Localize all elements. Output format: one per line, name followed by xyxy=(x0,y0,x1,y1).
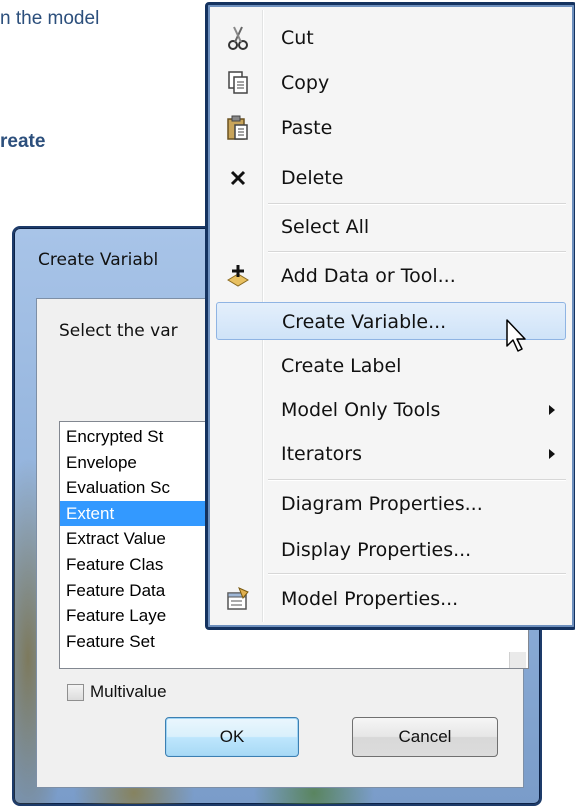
scissors-icon xyxy=(213,19,263,57)
menu-item-label: Diagram Properties... xyxy=(281,493,483,515)
menu-item-label: Cut xyxy=(281,27,314,49)
menu-item-label: Iterators xyxy=(281,443,362,465)
list-item[interactable]: Feature Set xyxy=(60,629,528,655)
context-menu: Cut Copy Paste Delete Select All Add Dat… xyxy=(205,2,575,630)
menu-item-diagram-properties[interactable]: Diagram Properties... xyxy=(213,485,569,523)
menu-item-label: Create Label xyxy=(281,355,402,377)
document-text-line: n the model xyxy=(0,8,100,29)
cancel-button[interactable]: Cancel xyxy=(352,717,498,757)
menu-item-copy[interactable]: Copy xyxy=(213,64,569,102)
menu-item-label: Paste xyxy=(281,117,333,139)
menu-item-label: Select All xyxy=(281,216,370,238)
ok-button[interactable]: OK xyxy=(165,717,299,757)
copy-icon xyxy=(213,64,263,102)
menu-item-add-data-or-tool[interactable]: Add Data or Tool... xyxy=(213,257,569,295)
menu-separator xyxy=(268,203,566,204)
menu-item-paste[interactable]: Paste xyxy=(213,109,569,147)
document-text-bold: reate xyxy=(0,131,46,152)
model-properties-icon xyxy=(213,580,263,618)
menu-item-model-properties[interactable]: Model Properties... xyxy=(213,580,569,618)
paste-icon xyxy=(213,109,263,147)
submenu-arrow-icon xyxy=(549,449,555,459)
menu-item-label: Copy xyxy=(281,72,330,94)
dialog-title: Create Variabl xyxy=(38,250,159,270)
menu-item-select-all[interactable]: Select All xyxy=(213,208,569,246)
multivalue-label: Multivalue xyxy=(90,682,167,701)
menu-item-model-only-tools[interactable]: Model Only Tools xyxy=(213,391,569,429)
menu-item-label: Model Properties... xyxy=(281,588,459,610)
menu-item-cut[interactable]: Cut xyxy=(213,19,569,57)
menu-item-label: Display Properties... xyxy=(281,539,472,561)
menu-separator xyxy=(268,573,566,574)
multivalue-option[interactable]: Multivalue xyxy=(67,682,167,702)
menu-item-delete[interactable]: Delete xyxy=(213,159,569,197)
menu-separator xyxy=(268,479,566,480)
menu-item-label: Delete xyxy=(281,167,344,189)
multivalue-checkbox[interactable] xyxy=(67,683,84,701)
dialog-prompt: Select the var xyxy=(59,321,178,341)
list-scrollbar[interactable] xyxy=(509,652,526,668)
menu-item-label: Model Only Tools xyxy=(281,399,441,421)
menu-separator xyxy=(268,251,566,252)
menu-item-label: Add Data or Tool... xyxy=(281,265,456,287)
submenu-arrow-icon xyxy=(549,405,555,415)
mouse-pointer-icon xyxy=(505,318,529,358)
menu-item-display-properties[interactable]: Display Properties... xyxy=(213,531,569,569)
menu-item-iterators[interactable]: Iterators xyxy=(213,435,569,473)
delete-x-icon xyxy=(213,159,263,197)
add-data-icon xyxy=(213,257,263,295)
menu-item-label: Create Variable... xyxy=(282,311,447,333)
